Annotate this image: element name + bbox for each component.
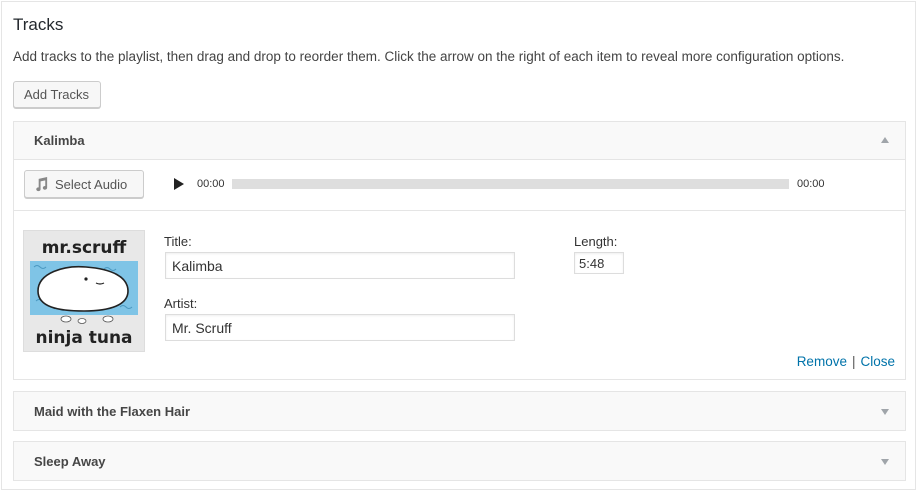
add-tracks-button[interactable]: Add Tracks (13, 81, 101, 108)
album-cover: mr.scruff ninja tuna (23, 230, 145, 352)
track-actions: Remove | Close (797, 354, 895, 369)
panel-title: Tracks (13, 15, 64, 34)
title-label: Title: (164, 234, 192, 249)
panel-description: Add tracks to the playlist, then drag an… (13, 49, 845, 64)
close-link[interactable]: Close (860, 354, 895, 369)
duration-time: 00:00 (797, 178, 825, 190)
track-item-maid-with-the-flaxen-hair: Maid with the Flaxen Hair (13, 391, 906, 431)
track-name: Kalimba (34, 133, 85, 148)
link-separator: | (851, 354, 856, 369)
music-note-icon (34, 176, 49, 192)
play-icon[interactable] (174, 178, 184, 190)
select-audio-button[interactable]: Select Audio (24, 170, 144, 198)
track-name: Sleep Away (34, 453, 106, 469)
cover-top-text: mr.scruff (42, 238, 127, 258)
track-header[interactable]: Kalimba (14, 122, 905, 160)
artist-field[interactable] (165, 314, 515, 341)
progress-bar[interactable] (232, 179, 789, 189)
artist-label: Artist: (164, 296, 198, 311)
audio-player-row: Select Audio 00:00 00:00 (14, 160, 905, 211)
length-label: Length: (574, 234, 618, 249)
arrow-down-icon[interactable] (881, 409, 889, 415)
title-field[interactable] (165, 252, 515, 279)
cover-bottom-text: ninja tuna (35, 328, 132, 348)
track-details: mr.scruff ninja tuna Title: Kalimba Arti… (14, 211, 905, 379)
select-audio-label: Select Audio (55, 176, 128, 192)
track-name: Maid with the Flaxen Hair (34, 403, 191, 419)
current-time: 00:00 (197, 178, 225, 190)
track-header[interactable]: Maid with the Flaxen Hair (14, 392, 905, 430)
track-header[interactable]: Sleep Away (14, 442, 905, 480)
tracks-panel: Tracks Add tracks to the playlist, then … (1, 1, 916, 490)
track-item-kalimba: Kalimba Select Audio 00:00 00:00 mr.scru… (13, 121, 906, 380)
remove-link[interactable]: Remove (797, 354, 847, 369)
track-item-sleep-away: Sleep Away (13, 441, 906, 481)
length-field[interactable] (574, 252, 624, 274)
arrow-down-icon[interactable] (881, 459, 889, 465)
arrow-up-icon[interactable] (881, 137, 889, 143)
